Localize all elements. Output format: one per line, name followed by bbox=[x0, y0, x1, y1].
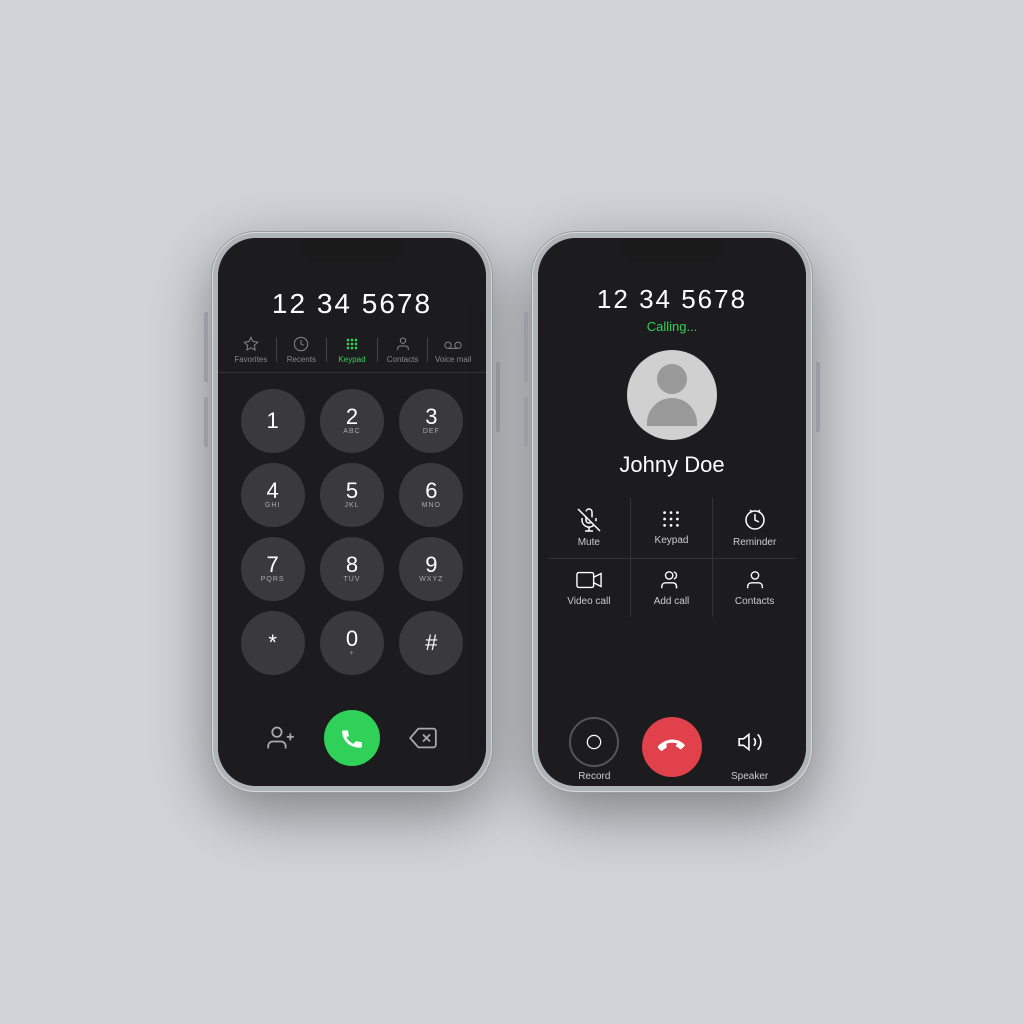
key-9-main: 9 bbox=[425, 554, 437, 576]
video-call-control[interactable]: Video call bbox=[548, 559, 631, 617]
keypad-bottom-bar bbox=[218, 710, 486, 766]
speaker-action[interactable]: Speaker bbox=[725, 717, 775, 782]
key-3-sub: DEF bbox=[423, 428, 440, 436]
key-star-main: * bbox=[268, 632, 277, 654]
contacts-ctrl-label: Contacts bbox=[735, 596, 774, 607]
call-bottom-actions: Record bbox=[538, 717, 806, 782]
power-button-2[interactable] bbox=[816, 362, 820, 432]
tab-recents[interactable]: Recents bbox=[277, 336, 327, 364]
dialpad: 1 2 ABC 3 DEF 4 GHI bbox=[218, 389, 486, 675]
record-action[interactable]: Record bbox=[569, 717, 619, 782]
key-0-sub: + bbox=[349, 650, 354, 658]
tab-voicemail[interactable]: Voice mail bbox=[428, 336, 478, 364]
key-0-main: 0 bbox=[346, 628, 358, 650]
key-1-main: 1 bbox=[267, 410, 279, 432]
volume-up-button[interactable] bbox=[204, 332, 208, 382]
key-8-main: 8 bbox=[346, 554, 358, 576]
key-2[interactable]: 2 ABC bbox=[320, 389, 384, 453]
keypad-ctrl-label: Keypad bbox=[655, 535, 689, 546]
notch-2 bbox=[622, 238, 722, 262]
end-call-button[interactable] bbox=[642, 717, 702, 777]
tab-voicemail-label: Voice mail bbox=[435, 355, 471, 364]
backspace-button[interactable] bbox=[401, 716, 445, 760]
calling-status: Calling... bbox=[647, 319, 698, 334]
keypad-screen: 12 34 5678 Favorites bbox=[218, 238, 486, 786]
add-call-label: Add call bbox=[654, 596, 690, 607]
key-2-sub: ABC bbox=[343, 428, 360, 436]
speaker-label: Speaker bbox=[731, 771, 768, 782]
avatar-person bbox=[647, 364, 697, 426]
key-8[interactable]: 8 TUV bbox=[320, 537, 384, 601]
key-3-main: 3 bbox=[425, 406, 437, 428]
key-4[interactable]: 4 GHI bbox=[241, 463, 305, 527]
calling-number: 12 34 5678 bbox=[597, 284, 747, 315]
record-button[interactable] bbox=[569, 717, 619, 767]
phone-calling: 12 34 5678 Calling... Johny Doe bbox=[532, 232, 812, 792]
phone-keypad: 12 34 5678 Favorites bbox=[212, 232, 492, 792]
phone1-screen: 12 34 5678 Favorites bbox=[218, 238, 486, 786]
video-call-label: Video call bbox=[567, 596, 610, 607]
key-8-sub: TUV bbox=[343, 576, 360, 584]
calling-screen: 12 34 5678 Calling... Johny Doe bbox=[538, 238, 806, 786]
dialed-number: 12 34 5678 bbox=[272, 288, 432, 320]
tab-contacts[interactable]: Contacts bbox=[378, 336, 428, 364]
key-4-main: 4 bbox=[267, 480, 279, 502]
tab-contacts-label: Contacts bbox=[387, 355, 419, 364]
mute-control[interactable]: Mute bbox=[548, 498, 631, 559]
add-contact-button[interactable] bbox=[259, 716, 303, 760]
mute-label: Mute bbox=[578, 537, 600, 548]
tab-favorites-label: Favorites bbox=[234, 355, 267, 364]
key-1[interactable]: 1 bbox=[241, 389, 305, 453]
key-5-main: 5 bbox=[346, 480, 358, 502]
key-9[interactable]: 9 WXYZ bbox=[399, 537, 463, 601]
key-7-main: 7 bbox=[267, 554, 279, 576]
call-button[interactable] bbox=[324, 710, 380, 766]
volume-down-button[interactable] bbox=[204, 397, 208, 447]
key-6-sub: MNO bbox=[422, 502, 441, 510]
avatar-body bbox=[647, 398, 697, 426]
key-6-main: 6 bbox=[425, 480, 437, 502]
end-call-action[interactable] bbox=[642, 717, 702, 782]
reminder-control[interactable]: Reminder bbox=[713, 498, 796, 559]
key-6[interactable]: 6 MNO bbox=[399, 463, 463, 527]
contact-avatar bbox=[627, 350, 717, 440]
contact-name: Johny Doe bbox=[619, 452, 724, 478]
record-label: Record bbox=[578, 771, 610, 782]
key-5[interactable]: 5 JKL bbox=[320, 463, 384, 527]
key-0[interactable]: 0 + bbox=[320, 611, 384, 675]
add-call-control[interactable]: Add call bbox=[631, 559, 714, 617]
volume-up-button-2[interactable] bbox=[524, 332, 528, 382]
call-controls-grid: Mute Keypad bbox=[538, 498, 806, 617]
notch bbox=[302, 238, 402, 262]
key-7-sub: PQRS bbox=[261, 576, 285, 584]
volume-down-button-2[interactable] bbox=[524, 397, 528, 447]
key-3[interactable]: 3 DEF bbox=[399, 389, 463, 453]
key-7[interactable]: 7 PQRS bbox=[241, 537, 305, 601]
tab-recents-label: Recents bbox=[287, 355, 316, 364]
contacts-control[interactable]: Contacts bbox=[713, 559, 796, 617]
key-hash-main: # bbox=[425, 632, 437, 654]
key-5-sub: JKL bbox=[344, 502, 359, 510]
tab-keypad-label: Keypad bbox=[338, 355, 365, 364]
power-button[interactable] bbox=[496, 362, 500, 432]
speaker-button[interactable] bbox=[725, 717, 775, 767]
reminder-label: Reminder bbox=[733, 537, 776, 548]
phone-tabs: Favorites Recents bbox=[218, 336, 486, 373]
key-9-sub: WXYZ bbox=[419, 576, 443, 584]
phone2-screen: 12 34 5678 Calling... Johny Doe bbox=[538, 238, 806, 786]
keypad-control[interactable]: Keypad bbox=[631, 498, 714, 559]
key-hash[interactable]: # bbox=[399, 611, 463, 675]
tab-favorites[interactable]: Favorites bbox=[226, 336, 276, 364]
tab-keypad[interactable]: Keypad bbox=[327, 336, 377, 364]
key-4-sub: GHI bbox=[265, 502, 280, 510]
key-2-main: 2 bbox=[346, 406, 358, 428]
phones-container: 12 34 5678 Favorites bbox=[212, 232, 812, 792]
key-star[interactable]: * bbox=[241, 611, 305, 675]
avatar-head bbox=[657, 364, 687, 394]
